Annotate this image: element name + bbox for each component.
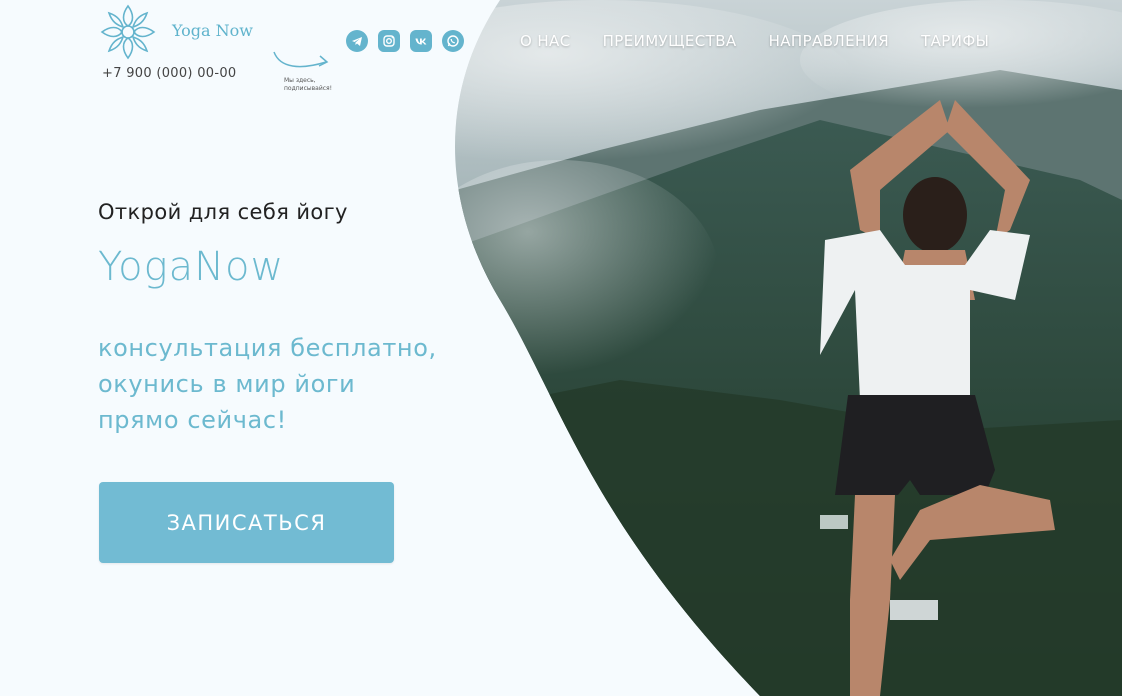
hero-brand: YogaNow <box>98 244 285 290</box>
curved-arrow-icon <box>273 51 329 68</box>
social-hint: Мы здесь, подписывайся! <box>284 77 333 92</box>
lotus-logo-icon <box>100 4 156 60</box>
nav-about[interactable]: О НАС <box>520 32 571 50</box>
logo-text: Yoga Now <box>172 20 253 40</box>
signup-button[interactable]: ЗАПИСАТЬСЯ <box>99 482 394 563</box>
pitch-line: консультация бесплатно, <box>98 334 437 362</box>
nav-directions[interactable]: НАПРАВЛЕНИЯ <box>769 32 890 50</box>
whatsapp-icon[interactable] <box>442 30 464 52</box>
main-nav: О НАС ПРЕИМУЩЕСТВА НАПРАВЛЕНИЯ ТАРИФЫ <box>520 32 989 50</box>
phone-number[interactable]: +7 900 (000) 00-00 <box>102 66 237 81</box>
hero-tagline: Открой для себя йогу <box>98 200 348 224</box>
pitch-line: окунись в мир йоги <box>98 370 356 398</box>
nav-advantages[interactable]: ПРЕИМУЩЕСТВА <box>603 32 737 50</box>
pitch-line: прямо сейчас! <box>98 406 287 434</box>
instagram-icon[interactable] <box>378 30 400 52</box>
logo[interactable]: Yoga Now <box>98 2 253 62</box>
telegram-icon[interactable] <box>346 30 368 52</box>
vk-icon[interactable] <box>410 30 432 52</box>
nav-pricing[interactable]: ТАРИФЫ <box>921 32 989 50</box>
social-links <box>346 30 464 52</box>
hero-pitch: консультация бесплатно, окунись в мир йо… <box>98 330 518 438</box>
